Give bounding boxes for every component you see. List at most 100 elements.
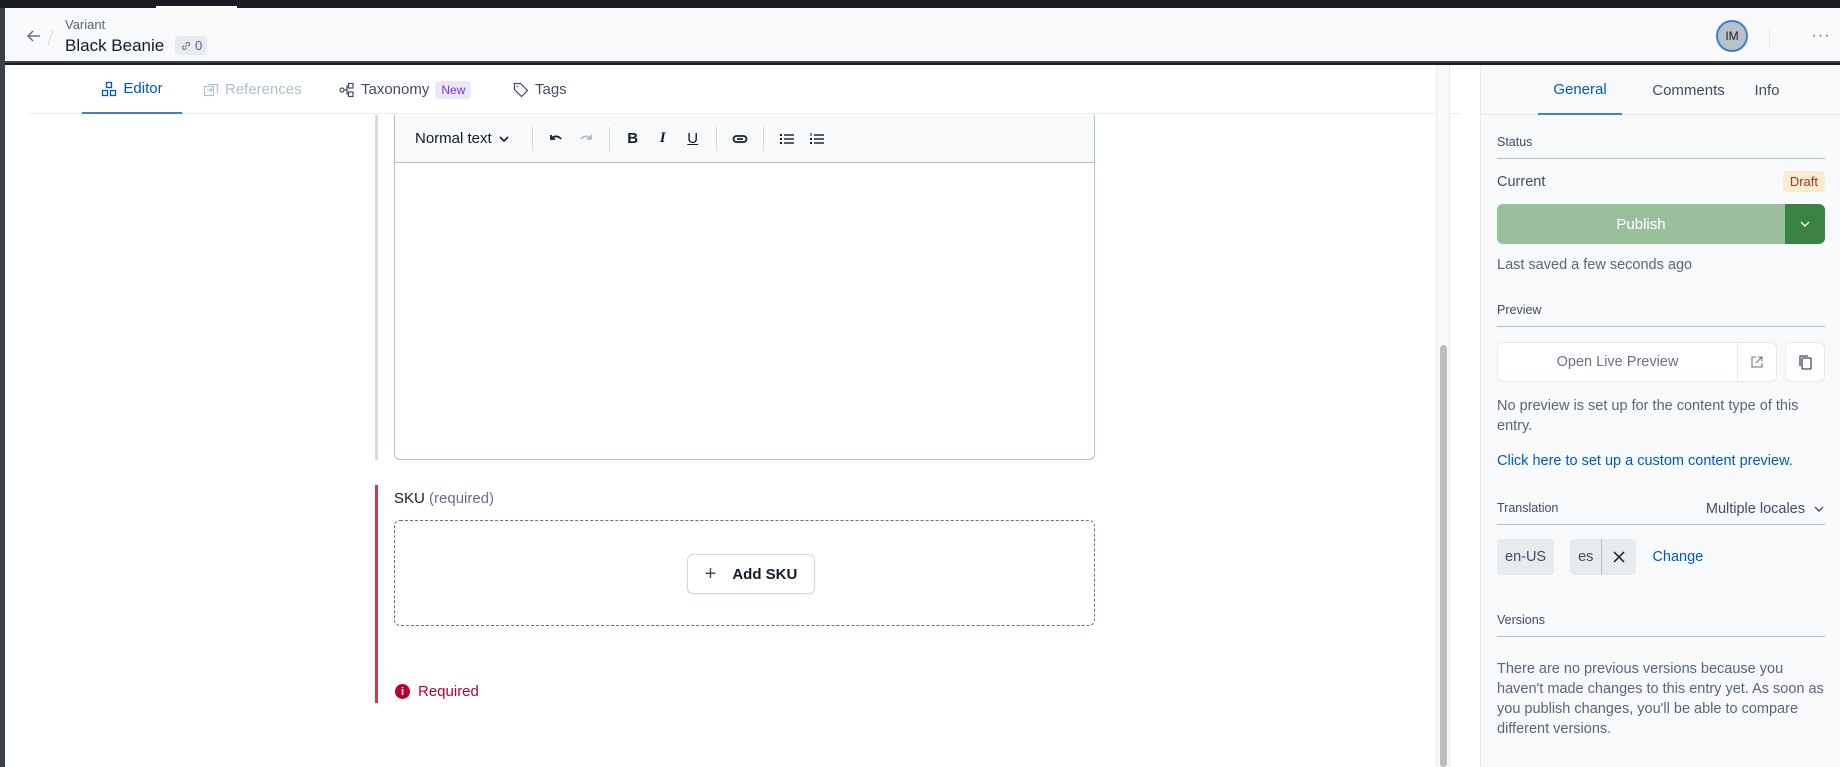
new-badge: New	[435, 80, 472, 99]
italic-button[interactable]: I	[648, 124, 678, 154]
add-sku-button[interactable]: + Add SKU	[687, 554, 815, 594]
undo-icon	[549, 134, 562, 140]
link-button[interactable]	[725, 124, 755, 154]
close-icon	[1613, 551, 1625, 563]
bold-button[interactable]: B	[618, 124, 648, 154]
undo-button[interactable]	[541, 124, 571, 154]
locale-code: en-US	[1505, 549, 1547, 565]
status-heading: Status	[1497, 135, 1825, 159]
editor-tabs: Editor References Taxonomy New Tags	[29, 65, 1460, 114]
publish-split-button: Publish	[1497, 204, 1825, 244]
current-status-row: Current Draft	[1497, 171, 1825, 192]
chevron-down-icon	[1814, 506, 1824, 512]
more-actions-button[interactable]: ···	[1809, 26, 1833, 46]
link-icon	[182, 41, 190, 50]
toolbar-separator	[715, 126, 717, 151]
open-live-preview-group: Open Live Preview	[1497, 342, 1777, 382]
status-badge: Draft	[1782, 171, 1825, 192]
plus-icon: +	[704, 562, 717, 585]
back-button[interactable]	[19, 25, 49, 47]
tab-editor[interactable]: Editor	[82, 65, 182, 114]
preview-note: No preview is set up for the content typ…	[1497, 398, 1799, 434]
current-label: Current	[1497, 173, 1546, 190]
editor-panel: Editor References Taxonomy New Tags Norm…	[5, 65, 1480, 767]
chevron-down-icon	[499, 135, 509, 142]
user-avatar[interactable]: IM	[1716, 20, 1748, 52]
tab-comments[interactable]: Comments	[1641, 65, 1736, 115]
redo-icon	[579, 134, 592, 140]
rich-text-editor: Normal text B I U	[394, 115, 1095, 460]
text-format-dropdown[interactable]: Normal text	[415, 130, 510, 147]
link-icon	[732, 134, 748, 143]
window-top-strip	[0, 0, 1840, 8]
preview-actions: Open Live Preview	[1497, 342, 1825, 382]
tab-tags[interactable]: Tags	[513, 65, 567, 114]
remove-locale-button[interactable]	[1601, 539, 1636, 575]
tab-label: References	[225, 81, 302, 98]
sidebar-tabs: General Comments Info	[1481, 65, 1840, 115]
publish-button[interactable]: Publish	[1497, 204, 1785, 244]
redo-button[interactable]	[571, 124, 601, 154]
error-text: Required	[418, 683, 479, 700]
editor-icon	[102, 81, 117, 96]
open-live-preview-button[interactable]: Open Live Preview	[1498, 343, 1737, 381]
tag-icon	[513, 82, 529, 97]
references-count-badge[interactable]: 0	[175, 36, 208, 55]
numbered-list-button[interactable]	[802, 124, 832, 154]
taxonomy-icon	[339, 82, 354, 97]
text-format-value: Normal text	[415, 130, 492, 147]
chevron-down-icon	[1800, 221, 1810, 227]
external-link-icon	[1751, 356, 1763, 368]
header-divider	[1769, 28, 1770, 50]
sku-dropzone: + Add SKU	[394, 520, 1095, 626]
toolbar-separator	[608, 126, 610, 151]
arrow-left-icon	[26, 30, 40, 42]
entry-sidebar: General Comments Info Status Current Dra…	[1480, 65, 1840, 767]
change-locales-link[interactable]: Change	[1652, 549, 1703, 565]
versions-note: There are no previous versions because y…	[1497, 661, 1824, 737]
validation-error: i Required	[395, 683, 479, 700]
setup-preview-link[interactable]: Click here to set up a custom content pr…	[1497, 453, 1793, 469]
locale-mode-dropdown[interactable]: Multiple locales	[1706, 501, 1825, 517]
locale-pill-es: es	[1570, 539, 1637, 575]
error-info-icon: i	[395, 684, 410, 699]
sku-field-label: SKU (required)	[394, 490, 494, 507]
scrollbar-thumb[interactable]	[1440, 345, 1447, 767]
entry-fields: Normal text B I U SKU (required) + Add S…	[5, 115, 1460, 767]
underline-button[interactable]: U	[678, 124, 708, 154]
tab-label: Editor	[123, 80, 163, 97]
field-error-indicator	[375, 485, 378, 703]
locale-pills: en-US es Change	[1497, 539, 1703, 575]
entry-header: Variant Black Beanie 0 IM ···	[5, 8, 1840, 63]
add-sku-label: Add SKU	[732, 565, 798, 583]
tab-info[interactable]: Info	[1741, 65, 1793, 115]
required-suffix: (required)	[429, 490, 495, 507]
editor-scrollbar[interactable]	[1436, 65, 1450, 767]
versions-heading: Versions	[1497, 613, 1825, 637]
numbered-list-icon	[809, 132, 824, 144]
translation-heading: Translation	[1497, 501, 1559, 515]
copy-preview-link-button[interactable]	[1785, 342, 1825, 382]
italic-icon: I	[659, 130, 666, 146]
bold-icon: B	[627, 130, 639, 147]
references-icon	[203, 83, 219, 96]
open-external-button[interactable]	[1737, 343, 1776, 381]
bulleted-list-button[interactable]	[772, 124, 802, 154]
underline-icon: U	[687, 130, 699, 147]
references-count: 0	[195, 38, 203, 53]
rich-text-content[interactable]	[395, 163, 1094, 459]
locale-code: es	[1578, 549, 1594, 565]
bulleted-list-icon	[779, 133, 794, 144]
tab-references[interactable]: References	[203, 65, 302, 114]
tab-general[interactable]: General	[1538, 65, 1622, 115]
tab-taxonomy[interactable]: Taxonomy New	[339, 65, 472, 114]
sku-label-text: SKU	[394, 490, 425, 507]
last-saved-text: Last saved a few seconds ago	[1497, 257, 1693, 273]
entry-title: Black Beanie	[65, 36, 165, 55]
toolbar-separator	[531, 126, 533, 151]
toolbar-separator	[762, 126, 764, 151]
field-indicator	[375, 115, 378, 460]
preview-heading: Preview	[1497, 303, 1825, 327]
locale-pill-en-us: en-US	[1497, 539, 1555, 575]
publish-options-button[interactable]	[1785, 204, 1825, 244]
